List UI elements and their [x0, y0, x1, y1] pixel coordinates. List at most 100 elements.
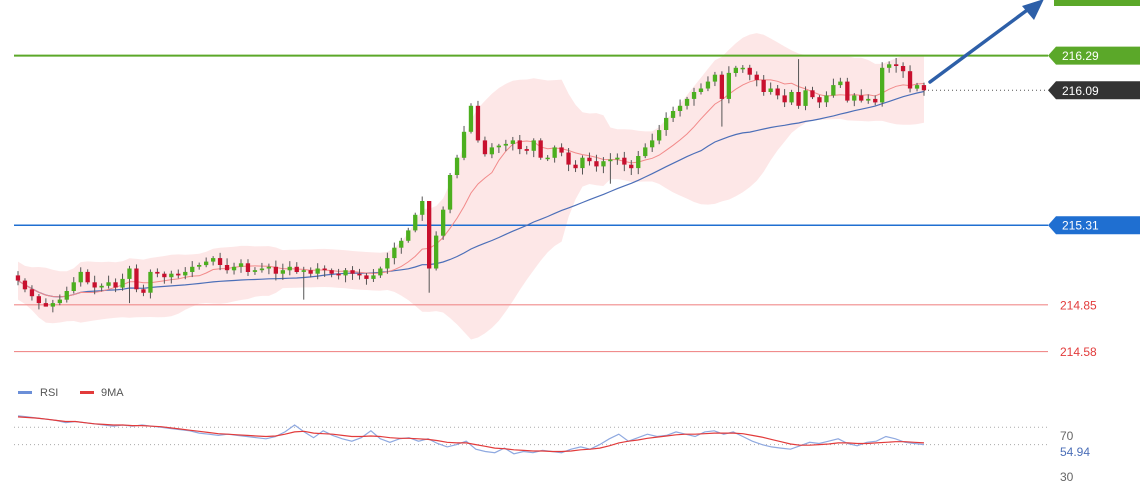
candle-body	[92, 282, 97, 288]
candle-body	[231, 266, 237, 271]
candle-body	[85, 271, 90, 283]
candle-body	[169, 273, 174, 278]
candle-body	[475, 105, 481, 141]
candle-body	[308, 270, 313, 274]
candle-body	[343, 270, 348, 276]
candle-body	[719, 74, 724, 99]
candle-body	[378, 268, 383, 276]
candle-body	[852, 95, 857, 101]
candle-body	[364, 275, 369, 279]
candle-body	[406, 230, 411, 241]
candle-body	[489, 147, 494, 155]
candle-body	[155, 271, 160, 274]
candle-body	[57, 299, 62, 304]
candle-body	[629, 164, 634, 169]
candle-body	[545, 157, 550, 160]
candle-body	[273, 266, 278, 274]
candle-body	[43, 303, 48, 307]
candle-body	[733, 67, 738, 73]
candle-body	[22, 280, 28, 290]
support-1-label: 214.85	[1060, 298, 1097, 312]
ma9-legend-label: 9MA	[101, 387, 124, 399]
ma9-legend-swatch	[80, 391, 94, 394]
price-chart: 216.29 216.09 215.31 214.85 214.58 RSI 9MA 7…	[0, 0, 1140, 500]
candle-body	[740, 67, 745, 70]
candle-body	[176, 273, 181, 276]
candle-body	[71, 282, 76, 291]
candle-body	[350, 270, 355, 274]
candle-body	[754, 74, 759, 80]
candle-body	[36, 296, 41, 304]
rsi-tick-70: 70	[1060, 429, 1074, 443]
pivot-label: 215.31	[1062, 219, 1099, 233]
candle-body	[29, 289, 35, 297]
candle-body	[204, 261, 209, 266]
candle-body	[684, 98, 690, 106]
candle-body	[622, 157, 627, 165]
candle-body	[615, 157, 620, 160]
candle-body	[371, 275, 376, 279]
candle-body	[420, 201, 425, 215]
rsi-last-value: 54.94	[1060, 445, 1090, 459]
candle-body	[573, 164, 578, 169]
candle-body	[775, 88, 780, 96]
candle-body	[838, 81, 843, 86]
candle-body	[238, 263, 244, 267]
candle-body	[510, 140, 515, 144]
candle-body	[50, 303, 55, 307]
candle-body	[113, 282, 118, 288]
candle-body	[15, 275, 21, 281]
candle-body	[259, 268, 265, 271]
candle-body	[183, 271, 188, 276]
candle-body	[99, 285, 104, 288]
rsi-legend-swatch	[18, 391, 32, 394]
candle-body	[517, 140, 522, 150]
candle-body	[907, 71, 913, 89]
candle-body	[127, 268, 132, 279]
candle-body	[322, 268, 327, 271]
candle-body	[587, 157, 592, 162]
candle-body	[134, 268, 139, 290]
candle-body	[524, 149, 529, 151]
candle-body	[566, 152, 571, 165]
candle-body	[866, 98, 871, 101]
candle-body	[677, 105, 683, 111]
resistance-label: 216.29	[1062, 49, 1099, 63]
current-price-label: 216.09	[1062, 84, 1099, 98]
rsi-tick-30: 30	[1060, 470, 1074, 484]
candle-body	[141, 289, 146, 293]
candle-body	[817, 97, 822, 103]
candle-body	[768, 88, 773, 92]
candle-body	[657, 130, 662, 141]
candle-body	[789, 92, 794, 103]
candle-body	[120, 278, 125, 288]
candle-body	[252, 270, 258, 272]
chart-background	[0, 0, 1140, 500]
candle-body	[468, 105, 474, 132]
candle-body	[211, 258, 216, 262]
candle-body	[831, 85, 836, 96]
candle-body	[392, 247, 397, 259]
candle-body	[301, 270, 306, 272]
candle-body	[747, 67, 752, 75]
candle-body	[287, 266, 292, 271]
candle-body	[691, 92, 697, 99]
candle-body	[224, 265, 230, 271]
candle-body	[148, 271, 153, 293]
candle-body	[810, 90, 815, 98]
candle-body	[454, 157, 460, 175]
candle-body	[880, 67, 885, 103]
candle-body	[496, 145, 501, 148]
candle-body	[664, 117, 669, 130]
candle-body	[726, 72, 731, 99]
candle-body	[64, 291, 69, 300]
candle-body	[538, 140, 543, 158]
candle-body	[336, 273, 341, 276]
candle-body	[761, 79, 766, 92]
candle-body	[887, 64, 892, 68]
candle-body	[712, 74, 718, 82]
candle-body	[608, 159, 613, 162]
candle-body	[190, 266, 195, 272]
candle-body	[796, 92, 801, 106]
candle-body	[315, 268, 320, 274]
